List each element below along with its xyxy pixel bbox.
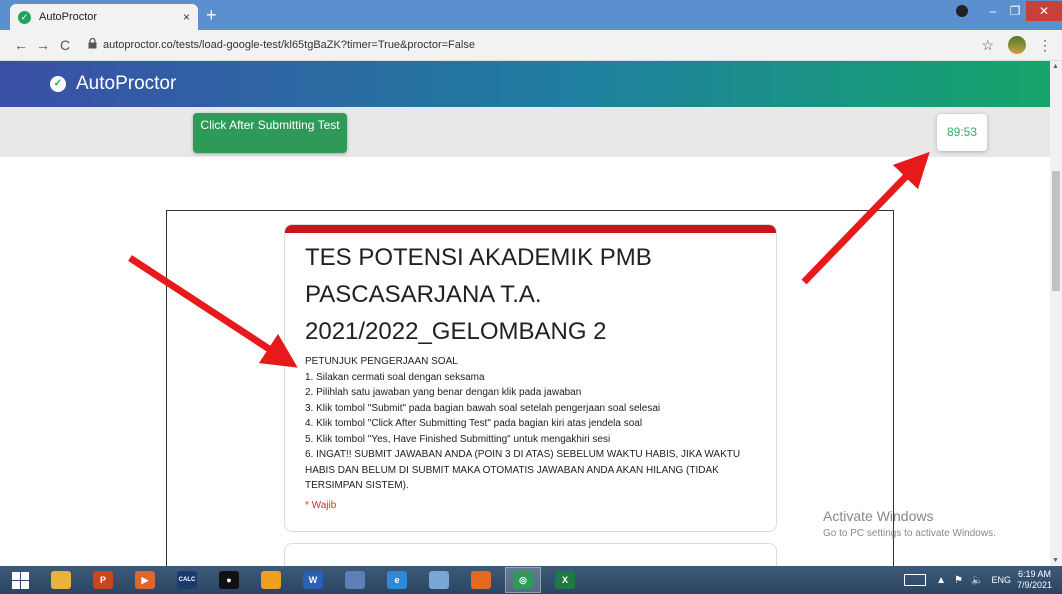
- calculator-app-taskbar-button[interactable]: CALC: [169, 567, 205, 593]
- scrollbar-thumb[interactable]: [1052, 171, 1060, 291]
- browser-tab[interactable]: ✓ AutoProctor ×: [10, 4, 198, 30]
- form-instructions: PETUNJUK PENGERJAAN SOAL 1. Silakan cerm…: [285, 350, 776, 494]
- keyboard-icon[interactable]: [904, 574, 927, 586]
- tab-close-icon[interactable]: ×: [183, 10, 190, 24]
- account-icon[interactable]: [956, 5, 968, 17]
- system-clock[interactable]: 6:19 AM 7/9/2021: [1017, 569, 1052, 591]
- network-icon[interactable]: ⚑: [954, 575, 963, 586]
- excel-icon: X: [555, 571, 575, 589]
- photos-icon: [345, 571, 365, 589]
- instruction-line: 6. INGAT!! SUBMIT JAWABAN ANDA (POIN 3 D…: [305, 449, 743, 491]
- language-indicator[interactable]: ENG: [991, 575, 1011, 585]
- notepad-taskbar-button[interactable]: [421, 567, 457, 593]
- minimize-button[interactable]: –: [982, 4, 1004, 18]
- instruction-line: 5. Klik tombol "Yes, Have Finished Submi…: [305, 433, 611, 445]
- internet-explorer-icon: e: [387, 571, 407, 589]
- countdown-timer: 89:53: [937, 114, 987, 151]
- game-icon: [261, 571, 281, 589]
- form-header-card: TES POTENSI AKADEMIK PMB PASCASARJANA T.…: [284, 224, 777, 532]
- file-explorer-icon: [51, 571, 71, 589]
- word-taskbar-button[interactable]: W: [295, 567, 331, 593]
- activate-windows-watermark: Activate Windows Go to PC settings to ac…: [823, 508, 996, 539]
- instruction-line: 2. Pilihlah satu jawaban yang benar deng…: [305, 387, 582, 398]
- tab-title: AutoProctor: [39, 11, 98, 23]
- app-header: ✓ AutoProctor: [0, 61, 1050, 107]
- scroll-up-icon[interactable]: ▲: [1052, 63, 1059, 70]
- media-player-icon: ▶: [135, 571, 155, 589]
- instruction-line: 1. Silakan cermati soal dengan seksama: [305, 371, 485, 383]
- click-after-submitting-button[interactable]: Click After Submitting Test: [193, 113, 347, 153]
- instruction-line: PETUNJUK PENGERJAAN SOAL: [305, 356, 458, 367]
- new-tab-button[interactable]: +: [206, 5, 217, 25]
- file-explorer-taskbar-button[interactable]: [43, 567, 79, 593]
- browser-menu-icon[interactable]: ⋮: [1038, 37, 1052, 54]
- windows-taskbar: P ▶ CALC ● We ◎ X ▲ ⚑ 🔈 ENG 6:19 AM 7/9/2021: [0, 566, 1062, 594]
- autoproctor-logo-icon: ✓: [50, 76, 66, 92]
- reload-button[interactable]: C: [54, 37, 76, 53]
- calculator-app-icon: CALC: [177, 571, 197, 589]
- windows-start-icon[interactable]: [0, 566, 40, 594]
- autoproctor-favicon-icon: ✓: [18, 10, 31, 24]
- taskbar-apps: P ▶ CALC ● We ◎ X: [40, 567, 586, 593]
- bookmark-star-icon[interactable]: ☆: [981, 37, 994, 54]
- game-taskbar-button[interactable]: [253, 567, 289, 593]
- scroll-down-icon[interactable]: ▼: [1052, 557, 1059, 564]
- word-icon: W: [303, 571, 323, 589]
- app-title: AutoProctor: [76, 73, 177, 94]
- record-icon: ●: [219, 571, 239, 589]
- media-player-taskbar-button[interactable]: ▶: [127, 567, 163, 593]
- clock-date: 7/9/2021: [1016, 580, 1052, 590]
- form-accent-bar: [285, 225, 776, 233]
- forward-button[interactable]: →: [32, 37, 54, 53]
- profile-avatar[interactable]: [1008, 36, 1026, 54]
- internet-explorer-taskbar-button[interactable]: e: [379, 567, 415, 593]
- close-window-button[interactable]: ✕: [1026, 1, 1062, 21]
- required-note: * Wajib: [305, 499, 337, 511]
- volume-icon[interactable]: 🔈: [971, 575, 983, 586]
- instruction-line: 3. Klik tombol "Submit" pada bagian bawa…: [305, 402, 661, 414]
- record-taskbar-button[interactable]: ●: [211, 567, 247, 593]
- url-field[interactable]: autoproctor.co/tests/load-google-test/kl…: [103, 39, 981, 51]
- tray-overflow-icon[interactable]: ▲: [936, 575, 946, 586]
- back-button[interactable]: ←: [10, 37, 32, 53]
- system-tray: ▲ ⚑ 🔈 ENG 6:19 AM 7/9/2021: [904, 566, 1052, 594]
- embedded-test-frame: TES POTENSI AKADEMIK PMB PASCASARJANA T.…: [166, 210, 894, 570]
- instruction-line: 4. Klik tombol "Click After Submitting T…: [305, 418, 643, 429]
- powerpoint-taskbar-button[interactable]: P: [85, 567, 121, 593]
- notepad-icon: [429, 571, 449, 589]
- watermark-line-2: Go to PC settings to activate Windows.: [823, 528, 996, 539]
- clock-time: 6:19 AM: [1017, 569, 1051, 579]
- screen: ✓ AutoProctor × + – ❐ ✕ ← → C autoprocto…: [0, 0, 1062, 594]
- chrome-taskbar-button[interactable]: ◎: [505, 567, 541, 593]
- window-controls: – ❐ ✕: [956, 0, 1062, 22]
- firefox-icon: [471, 571, 491, 589]
- form-title: TES POTENSI AKADEMIK PMB PASCASARJANA T.…: [305, 244, 652, 345]
- excel-taskbar-button[interactable]: X: [547, 567, 583, 593]
- watermark-line-1: Activate Windows: [823, 508, 934, 524]
- firefox-taskbar-button[interactable]: [463, 567, 499, 593]
- proctor-toolbar: Click After Submitting Test 89:53: [0, 107, 1050, 157]
- powerpoint-icon: P: [93, 571, 113, 589]
- photos-taskbar-button[interactable]: [337, 567, 373, 593]
- maximize-button[interactable]: ❐: [1004, 4, 1026, 18]
- chrome-icon: ◎: [513, 571, 533, 589]
- page-scrollbar[interactable]: ▲ ▼: [1050, 61, 1062, 566]
- address-bar: ← → C autoproctor.co/tests/load-google-t…: [0, 30, 1062, 61]
- lock-icon[interactable]: [88, 37, 97, 52]
- browser-tab-bar: ✓ AutoProctor × + – ❐ ✕: [0, 0, 1062, 30]
